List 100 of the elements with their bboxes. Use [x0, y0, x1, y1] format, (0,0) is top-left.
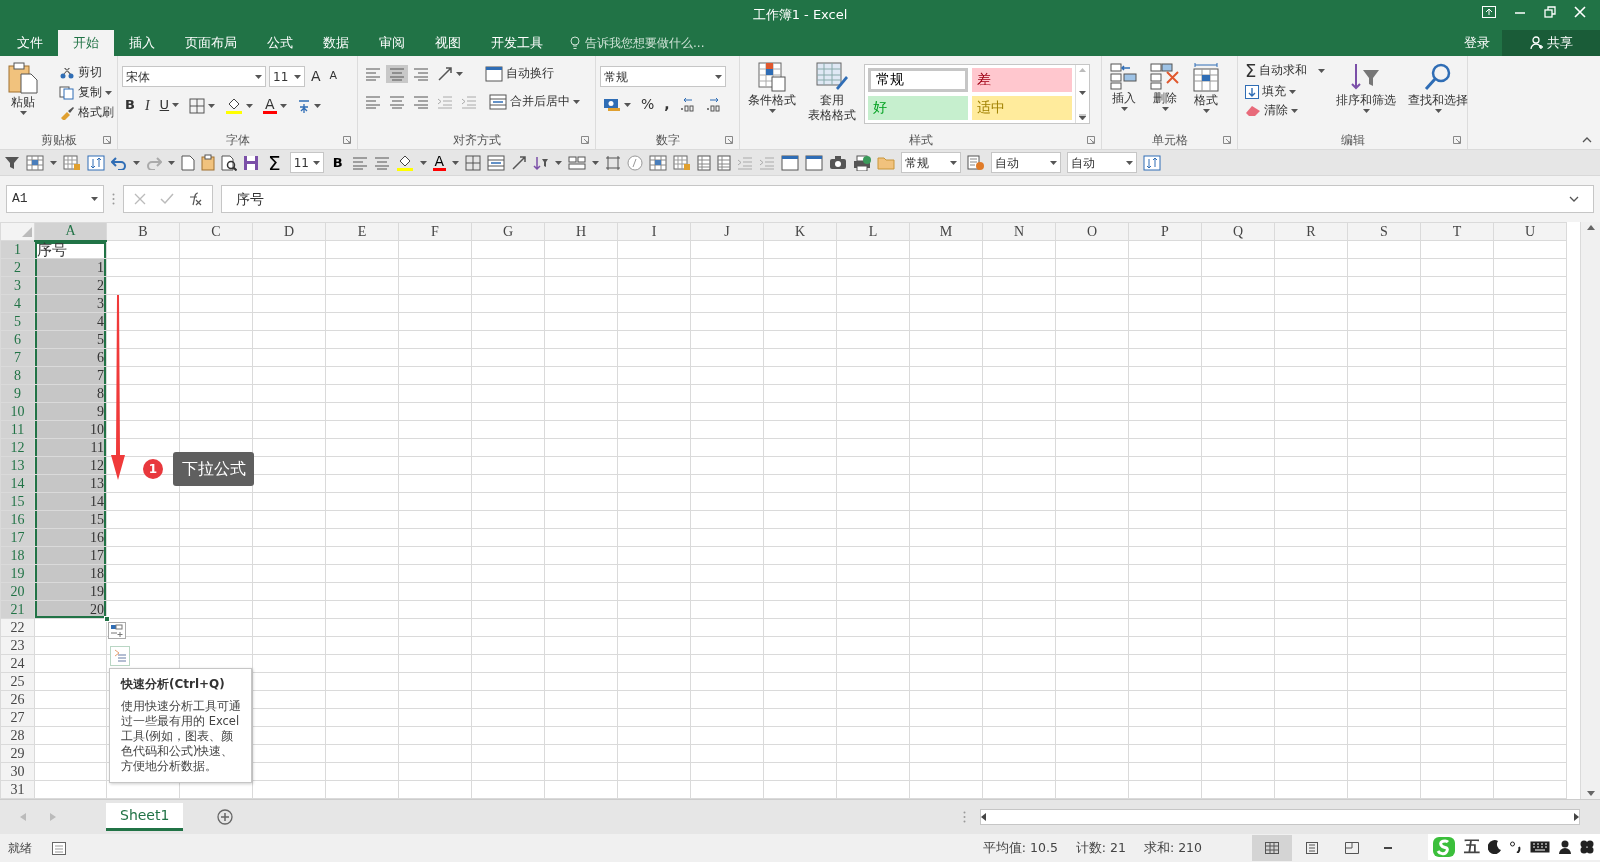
sort-filter-icon[interactable]: [533, 154, 550, 171]
sheet-tab[interactable]: Sheet1: [106, 802, 184, 831]
column-header[interactable]: J: [690, 222, 764, 241]
column-header[interactable]: K: [763, 222, 837, 241]
scroll-down-icon[interactable]: [1586, 791, 1595, 796]
align-center-icon[interactable]: [373, 155, 390, 170]
save-icon[interactable]: [243, 154, 259, 171]
clear-button[interactable]: 清除: [1242, 102, 1329, 120]
table-grid-icon[interactable]: [26, 154, 44, 171]
shrink-font-button[interactable]: A: [326, 68, 341, 85]
column-header[interactable]: R: [1274, 222, 1348, 241]
dialog-launcher-icon[interactable]: [581, 136, 589, 144]
ime-logo-icon[interactable]: [1432, 836, 1456, 858]
input-mode[interactable]: 五: [1464, 835, 1480, 859]
cell-style-option[interactable]: 差: [972, 68, 1072, 92]
undo-icon[interactable]: [111, 155, 127, 170]
autosum-button[interactable]: Σ 自动求和: [1242, 60, 1329, 82]
frame-icon[interactable]: [605, 154, 622, 171]
menu-tab[interactable]: 审阅: [364, 30, 420, 56]
font-size-select[interactable]: 11: [289, 152, 324, 173]
fill-color-select[interactable]: 自动: [991, 152, 1062, 173]
scroll-left-icon[interactable]: [981, 813, 986, 821]
underline-button[interactable]: U: [156, 96, 183, 115]
ribbon-display-icon[interactable]: [1482, 6, 1496, 18]
printer-icon[interactable]: [853, 154, 872, 171]
font-name-select[interactable]: 宋体: [122, 66, 266, 87]
clipboard-icon[interactable]: [201, 154, 215, 171]
column-header[interactable]: P: [1128, 222, 1202, 241]
italic-button[interactable]: I: [141, 95, 153, 116]
number-format-select[interactable]: 常规: [600, 66, 726, 87]
column-header[interactable]: L: [836, 222, 910, 241]
locked-grid-icon[interactable]: [63, 154, 81, 171]
font-color-button[interactable]: A: [432, 154, 447, 171]
column-header[interactable]: C: [179, 222, 253, 241]
format-as-table-button[interactable]: 套用 表格格式: [804, 60, 860, 131]
dialog-launcher-icon[interactable]: [1223, 136, 1231, 144]
bold-button[interactable]: B: [122, 96, 138, 115]
column-header[interactable]: T: [1420, 222, 1494, 241]
wrap-text-button[interactable]: 自动换行: [482, 64, 557, 84]
scroll-down-icon[interactable]: [1079, 91, 1086, 95]
column-header[interactable]: O: [1055, 222, 1129, 241]
menu-tab[interactable]: 插入: [114, 30, 170, 56]
sum-button[interactable]: Σ: [265, 152, 284, 173]
splitter-icon[interactable]: [963, 811, 966, 823]
layout-icon[interactable]: [568, 155, 587, 170]
locked-grid-icon[interactable]: [673, 154, 692, 171]
filter-icon[interactable]: [4, 154, 20, 171]
macro-record-icon[interactable]: [52, 841, 66, 855]
insert-button[interactable]: 插入: [1106, 60, 1142, 131]
menu-tab[interactable]: 视图: [420, 30, 476, 56]
normal-view-button[interactable]: [1252, 835, 1292, 861]
share-button[interactable]: 共享: [1502, 30, 1600, 56]
person-icon[interactable]: [1558, 840, 1572, 854]
close-icon[interactable]: [1574, 6, 1586, 18]
format-painter-button[interactable]: 格式刷: [56, 104, 117, 122]
font-size-select[interactable]: 11: [269, 66, 305, 87]
column-grid-icon[interactable]: [697, 154, 712, 171]
menu-tab[interactable]: 数据: [308, 30, 364, 56]
expand-icon[interactable]: [1569, 196, 1579, 202]
cut-button[interactable]: 剪切: [56, 64, 117, 82]
borders-icon[interactable]: [465, 154, 482, 171]
cell-style-option[interactable]: 常规: [868, 68, 968, 92]
panel-icon[interactable]: [805, 154, 824, 171]
dialog-launcher-icon[interactable]: [343, 136, 351, 144]
scroll-right-icon[interactable]: [1574, 813, 1579, 821]
percent-button[interactable]: %: [638, 95, 658, 115]
column-header[interactable]: B: [106, 222, 180, 241]
new-sheet-icon[interactable]: [217, 809, 234, 825]
menu-tab[interactable]: 页面布局: [170, 30, 252, 56]
menu-tab[interactable]: 文件: [2, 30, 58, 56]
diagonal-arrow-icon[interactable]: [511, 154, 528, 171]
clover-icon[interactable]: [1580, 840, 1594, 854]
menu-tab[interactable]: 开发工具: [476, 30, 558, 56]
bold-button[interactable]: B: [329, 156, 346, 169]
column-header[interactable]: D: [252, 222, 326, 241]
row-grid-icon[interactable]: [717, 154, 732, 171]
paste-button[interactable]: 粘贴: [4, 60, 42, 131]
column-header[interactable]: I: [617, 222, 691, 241]
column-header[interactable]: E: [325, 222, 399, 241]
column-header[interactable]: A: [34, 222, 107, 241]
grow-font-button[interactable]: A: [308, 66, 324, 87]
settings-sheet-icon[interactable]: [967, 154, 986, 171]
dialog-launcher-icon[interactable]: [1087, 136, 1095, 144]
collapse-ribbon-icon[interactable]: [1582, 137, 1592, 143]
restore-icon[interactable]: [1544, 6, 1556, 18]
dialog-launcher-icon[interactable]: [103, 136, 111, 144]
column-header[interactable]: M: [909, 222, 983, 241]
print-preview-icon[interactable]: [221, 154, 237, 171]
column-header[interactable]: N: [982, 222, 1056, 241]
punctuation-icon[interactable]: [1510, 841, 1522, 853]
moon-icon[interactable]: [1488, 840, 1502, 854]
fill-button[interactable]: 填充: [1242, 83, 1329, 101]
column-header[interactable]: S: [1347, 222, 1421, 241]
insert-function-icon[interactable]: [188, 192, 202, 206]
copy-button[interactable]: 复制: [56, 84, 117, 102]
tell-me-field[interactable]: 告诉我您想要做什么...: [583, 33, 743, 53]
number-format-select[interactable]: 常规: [901, 152, 962, 173]
name-box[interactable]: A1: [6, 185, 104, 213]
sort-filter-button[interactable]: 排序和筛选: [1332, 60, 1401, 131]
sign-in-link[interactable]: 登录: [1452, 30, 1502, 56]
